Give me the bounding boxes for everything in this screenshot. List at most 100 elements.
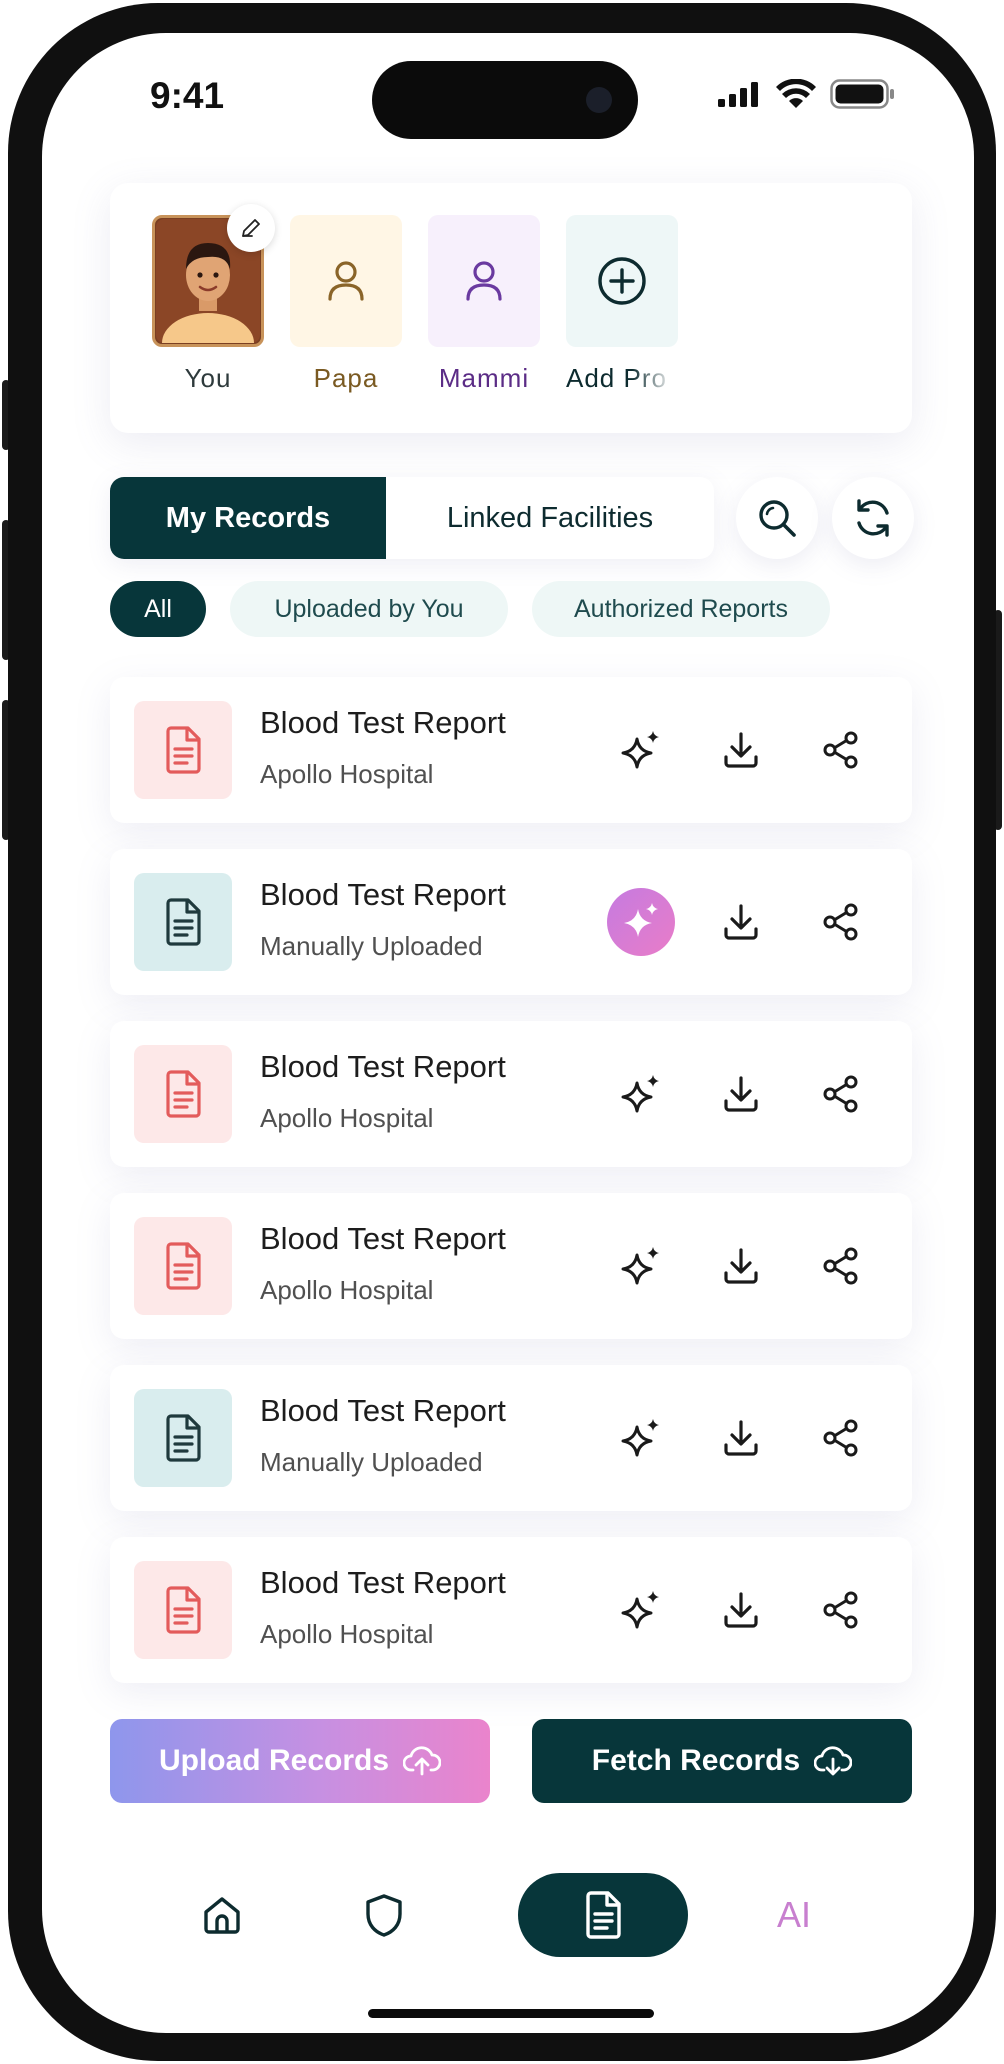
sparkle-icon (621, 731, 659, 769)
download-button[interactable] (706, 1059, 776, 1129)
ai-summary-button[interactable] (606, 1575, 676, 1645)
nav-shield[interactable] (342, 1873, 426, 1957)
record-source: Manually Uploaded (260, 1447, 483, 1477)
filter-chip-all[interactable]: All (110, 581, 206, 637)
dynamic-island (372, 61, 638, 139)
plus-circle-icon (598, 257, 646, 305)
report-file-icon-tile (134, 1389, 232, 1487)
report-file-icon-tile (134, 701, 232, 799)
record-card[interactable]: Blood Test Report Apollo Hospital (110, 1193, 912, 1339)
download-button[interactable] (706, 887, 776, 957)
tab-linked-facilities[interactable]: Linked Facilities (386, 477, 714, 559)
sparkle-icon (621, 1247, 659, 1285)
home-icon (204, 1897, 240, 1934)
record-card[interactable]: Blood Test Report Manually Uploaded (110, 849, 912, 995)
download-button[interactable] (706, 1403, 776, 1473)
download-button[interactable] (706, 715, 776, 785)
share-icon (823, 1591, 858, 1629)
sparkle-icon (621, 1075, 659, 1113)
document-icon (166, 1242, 201, 1290)
screen: 9:41 You Papa Mammi Add Pro My Records L… (42, 33, 974, 2033)
filter-chip-uploaded-by-you[interactable]: Uploaded by You (230, 581, 508, 637)
ai-summary-button[interactable] (606, 1059, 676, 1129)
share-button[interactable] (806, 1403, 876, 1473)
share-icon (823, 731, 858, 769)
share-button[interactable] (806, 1059, 876, 1129)
document-icon (166, 726, 201, 774)
profiles-card: You Papa Mammi Add Pro (110, 183, 912, 433)
nav-records[interactable] (518, 1873, 688, 1957)
profile-tile[interactable] (566, 215, 678, 347)
profile-tile[interactable] (152, 204, 275, 347)
fetch-records-button[interactable]: Fetch Records (532, 1719, 912, 1803)
record-title: Blood Test Report (260, 705, 506, 740)
pencil-icon (242, 219, 260, 237)
share-button[interactable] (806, 715, 876, 785)
record-title: Blood Test Report (260, 877, 506, 912)
record-title: Blood Test Report (260, 1221, 506, 1256)
cloud-upload-icon (403, 1746, 442, 1776)
share-icon (823, 1075, 858, 1113)
profile-name: Papa (313, 363, 379, 393)
document-icon (166, 898, 201, 946)
download-icon (724, 1592, 758, 1628)
record-card[interactable]: Blood Test Report Manually Uploaded (110, 1365, 912, 1511)
record-card[interactable]: Blood Test Report Apollo Hospital (110, 1537, 912, 1683)
profile-name: Mammi (438, 363, 530, 393)
nav-home[interactable] (180, 1873, 264, 1957)
download-icon (724, 1248, 758, 1284)
share-button[interactable] (806, 1575, 876, 1645)
refresh-button[interactable] (832, 477, 914, 559)
download-button[interactable] (706, 1575, 776, 1645)
download-icon (724, 732, 758, 768)
record-card[interactable]: Blood Test Report Apollo Hospital (110, 1021, 912, 1167)
download-button[interactable] (706, 1231, 776, 1301)
profile-tile[interactable] (428, 215, 540, 347)
wifi-icon (776, 79, 816, 108)
profile-name: Add Pro (566, 363, 678, 394)
shield-icon (366, 1894, 402, 1937)
profile-name: You (184, 363, 232, 393)
upload-records-label: Upload Records (158, 1744, 390, 1777)
status-icons (718, 79, 896, 109)
battery-icon (830, 79, 894, 109)
record-source: Apollo Hospital (260, 1619, 434, 1649)
ai-summary-button[interactable] (606, 1403, 676, 1473)
share-icon (823, 903, 858, 941)
profile-tile[interactable] (290, 215, 402, 347)
edit-profile-button[interactable] (227, 204, 275, 252)
ai-summary-active (607, 888, 675, 956)
fade-overlay (632, 363, 678, 394)
sparkle-icon (624, 903, 658, 937)
search-icon (759, 500, 796, 537)
record-source: Manually Uploaded (260, 931, 483, 961)
record-card[interactable]: Blood Test Report Apollo Hospital (110, 677, 912, 823)
share-button[interactable] (806, 887, 876, 957)
person-icon (466, 261, 502, 301)
share-icon (823, 1247, 858, 1285)
share-icon (823, 1419, 858, 1457)
add-profile-button[interactable]: Add Pro (566, 215, 678, 394)
profile-papa[interactable]: Papa (290, 215, 402, 394)
share-button[interactable] (806, 1231, 876, 1301)
cloud-download-icon (814, 1746, 853, 1776)
search-button[interactable] (736, 477, 818, 559)
filter-chip-authorized-reports[interactable]: Authorized Reports (532, 581, 830, 637)
ai-summary-button[interactable] (606, 1231, 676, 1301)
record-title: Blood Test Report (260, 1565, 506, 1600)
upload-records-button[interactable]: Upload Records (110, 1719, 490, 1803)
report-file-icon-tile (134, 873, 232, 971)
record-title: Blood Test Report (260, 1393, 506, 1428)
home-indicator (368, 2009, 654, 2018)
report-file-icon-tile (134, 1561, 232, 1659)
refresh-icon (857, 499, 889, 537)
record-title: Blood Test Report (260, 1049, 506, 1084)
ai-summary-button[interactable] (606, 887, 676, 957)
ai-summary-button[interactable] (606, 715, 676, 785)
nav-ai[interactable]: AI (752, 1873, 836, 1957)
profile-you[interactable]: You (152, 204, 275, 394)
tab-my-records[interactable]: My Records (110, 477, 386, 559)
profile-mammi[interactable]: Mammi (428, 215, 540, 394)
person-icon (328, 261, 364, 301)
document-icon (166, 1070, 201, 1118)
